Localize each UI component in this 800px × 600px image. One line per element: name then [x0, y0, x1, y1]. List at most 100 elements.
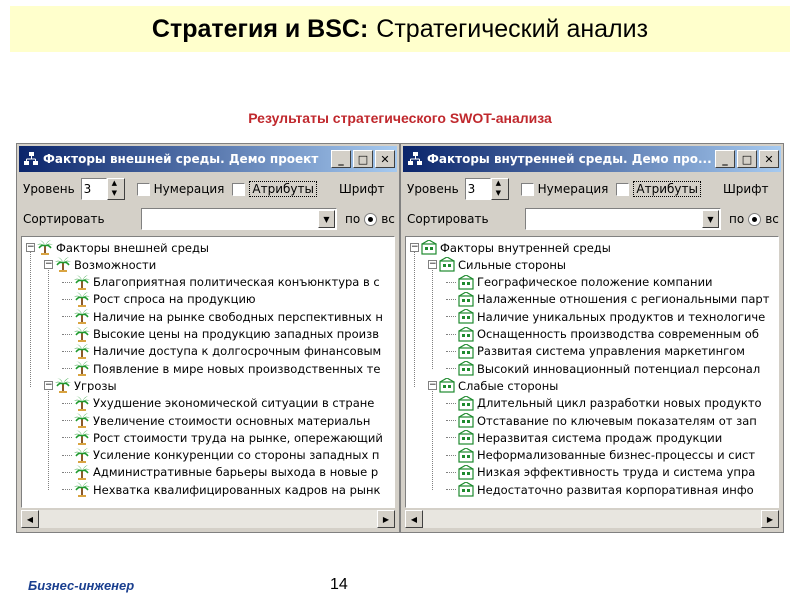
- maximize-button[interactable]: □: [353, 150, 373, 168]
- minimize-button[interactable]: _: [331, 150, 351, 168]
- palm-tree-icon: [55, 378, 71, 394]
- tree-connector: [446, 489, 456, 491]
- level-input[interactable]: 3: [464, 178, 491, 200]
- window-title: Факторы внешней среды. Демо проект: [43, 152, 319, 166]
- horizontal-scrollbar[interactable]: ◀ ▶: [405, 510, 779, 528]
- tree-connector: [446, 298, 456, 300]
- chevron-down-icon[interactable]: ▼: [318, 210, 335, 228]
- tree-item-label: Низкая эффективность труда и система упр…: [477, 465, 756, 480]
- tree-item-label: Высокий инновационный потенциал персонал: [477, 361, 761, 376]
- scroll-right-button[interactable]: ▶: [377, 510, 395, 528]
- tree-item[interactable]: Высокий инновационный потенциал персонал: [446, 360, 760, 377]
- green-building-icon: [458, 291, 474, 307]
- tree-item[interactable]: − Угрозы: [44, 377, 117, 394]
- tree-item-label: Неразвитая система продаж продукции: [477, 430, 723, 445]
- maximize-button[interactable]: □: [737, 150, 757, 168]
- tree-item[interactable]: Неформализованные бизнес-процессы и сист: [446, 446, 755, 464]
- collapse-icon[interactable]: −: [428, 381, 437, 391]
- green-building-icon: [439, 377, 455, 393]
- tree-connector: [446, 402, 456, 404]
- font-button[interactable]: Шрифт: [723, 182, 769, 196]
- palm-tree-icon: [74, 482, 90, 498]
- palm-tree-icon: [55, 257, 71, 273]
- level-spin-button[interactable]: [106, 178, 125, 200]
- collapse-icon[interactable]: −: [44, 381, 53, 391]
- collapse-icon[interactable]: −: [410, 243, 419, 252]
- level-input[interactable]: 3: [80, 178, 107, 200]
- palm-tree-icon: [74, 464, 90, 480]
- tree-connector: [62, 471, 72, 473]
- tree-item[interactable]: Длительный цикл разработки новых продукт…: [446, 394, 762, 412]
- close-button[interactable]: ✕: [759, 150, 779, 168]
- tree-item[interactable]: − Факторы внутренней среды: [410, 239, 611, 256]
- tree-item[interactable]: Развитая система управления маркетингом: [446, 343, 745, 360]
- tree-connector: [62, 402, 72, 404]
- green-building-icon: [458, 464, 474, 480]
- attributes-checkbox[interactable]: [616, 182, 630, 196]
- tree-item[interactable]: − Возможности: [44, 256, 156, 273]
- radio-label: вс: [765, 212, 779, 226]
- tree-item[interactable]: Высокие цены на продукцию западных произ…: [62, 326, 379, 343]
- tree-connector: [62, 489, 72, 491]
- factors-tree: − Факторы внутренней среды − Сильные сторон…: [405, 236, 779, 508]
- tree-item[interactable]: − Слабые стороны: [428, 377, 558, 394]
- sort-radio[interactable]: [364, 212, 378, 226]
- attributes-checkbox[interactable]: [232, 182, 246, 196]
- tree-connector: [62, 316, 72, 318]
- chevron-down-icon[interactable]: ▼: [702, 210, 719, 228]
- numbering-checkbox[interactable]: [136, 182, 150, 196]
- numbering-checkbox[interactable]: [520, 182, 534, 196]
- collapse-icon[interactable]: −: [44, 260, 53, 270]
- collapse-icon[interactable]: −: [26, 243, 35, 252]
- hierarchy-icon: [24, 152, 38, 165]
- palm-tree-icon: [74, 343, 90, 359]
- sort-label: Сортировать: [407, 212, 489, 226]
- green-building-icon: [458, 325, 474, 342]
- tree-item[interactable]: Рост стоимости труда на рынке, опережающ…: [62, 429, 383, 446]
- scroll-right-button[interactable]: ▶: [761, 510, 779, 528]
- collapse-icon[interactable]: −: [428, 260, 437, 270]
- tree-item[interactable]: − Сильные стороны: [428, 256, 566, 273]
- tree-item[interactable]: Наличие уникальных продуктов и технологи…: [446, 308, 765, 325]
- tree-item[interactable]: Благоприятная политическая конъюнктура в…: [62, 274, 380, 291]
- tree-item[interactable]: Нехватка квалифицированных кадров на рын…: [62, 481, 380, 498]
- horizontal-scrollbar[interactable]: ◀ ▶: [21, 510, 395, 528]
- font-button[interactable]: Шрифт: [339, 182, 385, 196]
- level-spin-button[interactable]: [490, 178, 509, 200]
- sort-select[interactable]: ▼: [525, 208, 721, 230]
- tree-item[interactable]: Неразвитая система продаж продукции: [446, 429, 722, 446]
- tree-item[interactable]: Усиление конкуренции со стороны западных…: [62, 447, 379, 464]
- window-caption[interactable]: Факторы внутренней среды. Демо про... _ …: [403, 146, 781, 172]
- tree-item-label: Слабые стороны: [458, 378, 559, 393]
- tree-item[interactable]: − Факторы внешней среды: [26, 239, 209, 256]
- minimize-button[interactable]: _: [715, 150, 735, 168]
- tree-item[interactable]: Рост спроса на продукцию: [62, 291, 256, 308]
- tree-item[interactable]: Низкая эффективность труда и система упр…: [446, 464, 755, 481]
- tree-item[interactable]: Наличие доступа к долгосрочным финансовы…: [62, 343, 381, 360]
- by-label: по: [345, 212, 361, 226]
- attributes-label: Атрибуты: [633, 181, 701, 197]
- green-building-icon: [458, 481, 474, 497]
- window-caption[interactable]: Факторы внешней среды. Демо проект _ □ ✕: [19, 146, 397, 172]
- tree-item[interactable]: Налаженные отношения с региональными пар…: [446, 291, 769, 308]
- tree-item[interactable]: Административные барьеры выхода в новые …: [62, 464, 378, 481]
- tree-item[interactable]: Географическое положение компании: [446, 273, 713, 291]
- tree-item[interactable]: Наличие на рынке свободных перспективных…: [62, 308, 383, 325]
- sort-radio[interactable]: [748, 212, 762, 226]
- tree-guide: [48, 269, 49, 370]
- palm-tree-icon: [74, 326, 90, 342]
- scroll-left-button[interactable]: ◀: [21, 510, 39, 528]
- tree-item[interactable]: Появление в мире новых производственных …: [62, 360, 380, 377]
- tree-item[interactable]: Ухудшение экономической ситуации в стран…: [62, 395, 374, 412]
- tree-connector: [446, 437, 456, 439]
- tree-item[interactable]: Отставание по ключевым показателям от за…: [446, 412, 757, 429]
- green-building-icon: [458, 446, 474, 463]
- scroll-left-button[interactable]: ◀: [405, 510, 423, 528]
- tree-item[interactable]: Оснащенность производства современным об: [446, 325, 759, 343]
- tree-connector: [62, 437, 72, 439]
- tree-item-label: Наличие доступа к долгосрочным финансовы…: [93, 344, 382, 359]
- tree-item[interactable]: Недостаточно развитая корпоративная инфо: [446, 481, 754, 498]
- tree-item[interactable]: Увеличение стоимости основных материальн: [62, 412, 370, 429]
- sort-select[interactable]: ▼: [141, 208, 337, 230]
- close-button[interactable]: ✕: [375, 150, 395, 168]
